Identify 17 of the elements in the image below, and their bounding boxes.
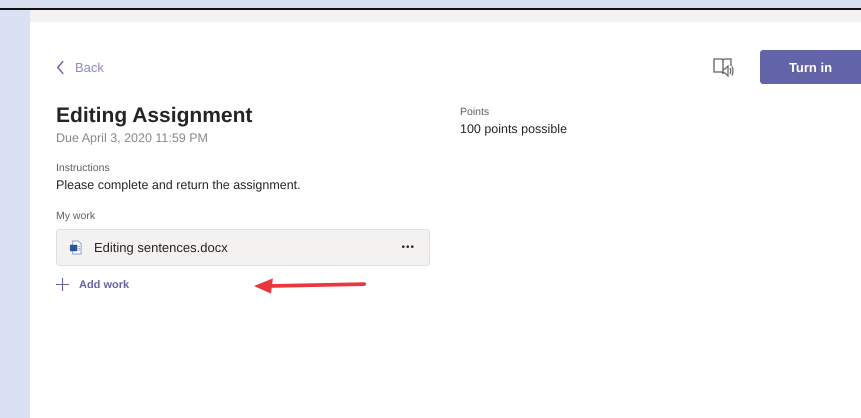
more-options-button[interactable]: •••: [401, 242, 415, 253]
points-heading: Points: [460, 106, 490, 118]
section-heading: Instructions: [56, 162, 110, 174]
file-item[interactable]: Editing sentences.docx •••: [56, 229, 430, 266]
due-date: Due April 3, 2020 11:59 PM: [56, 131, 208, 145]
immersive-reader-icon[interactable]: [712, 56, 734, 78]
turn-in-button[interactable]: Turn in: [760, 50, 861, 84]
document-icon: [69, 240, 82, 255]
points-text: 100 points possible: [460, 122, 568, 136]
assignment-title: Editing Assignment: [56, 104, 252, 128]
back-icon: [56, 60, 65, 74]
section-heading: My work: [56, 210, 96, 222]
back-link[interactable]: Back: [56, 60, 104, 74]
plus-icon: [56, 278, 69, 291]
instructions-text: Please complete and return the assignment.: [56, 178, 301, 192]
add-work-link[interactable]: Add work: [56, 278, 130, 291]
file-name: Editing sentences.docx: [94, 240, 228, 255]
